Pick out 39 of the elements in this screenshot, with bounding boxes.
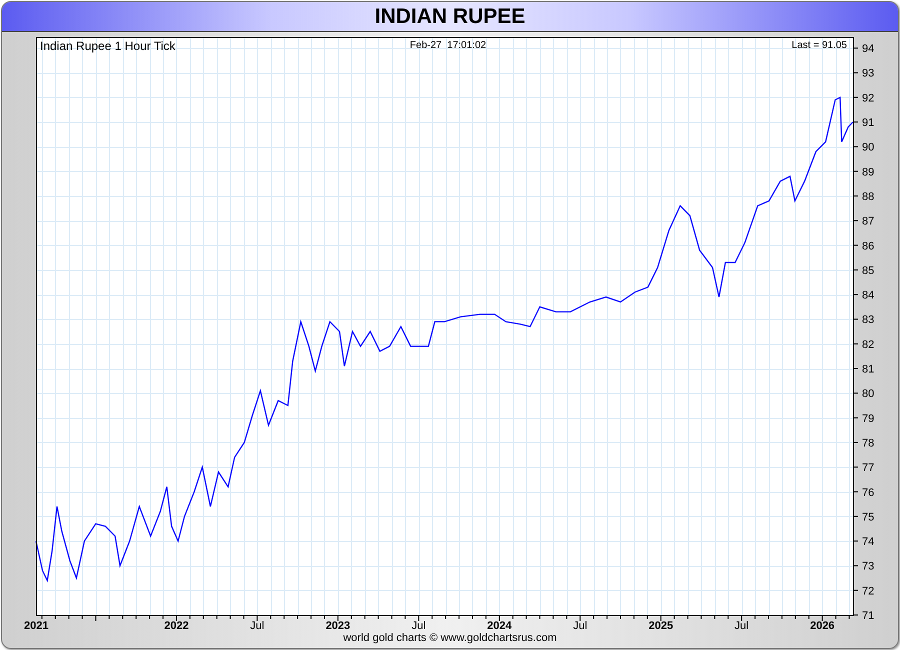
chart-title: INDIAN RUPEE xyxy=(374,4,526,28)
x-tick-label: Jul xyxy=(734,620,749,632)
y-tick-label: 86 xyxy=(862,240,874,252)
x-tick-label: Jul xyxy=(573,620,588,632)
y-tick-label: 75 xyxy=(862,511,874,524)
y-tick-label: 89 xyxy=(862,166,874,178)
x-tick-label: Jul xyxy=(250,620,264,632)
y-tick-label: 77 xyxy=(862,462,874,474)
y-tick-label: 91 xyxy=(862,117,874,130)
y-tick-label: 88 xyxy=(862,190,874,203)
y-tick-label: 78 xyxy=(862,437,874,450)
y-tick-label: 87 xyxy=(862,216,874,228)
y-tick-label: 84 xyxy=(862,290,874,302)
x-tick-label: 2026 xyxy=(810,620,835,632)
y-tick-label: 72 xyxy=(862,585,874,598)
y-tick-label: 80 xyxy=(862,388,874,400)
y-tick-label: 83 xyxy=(862,314,874,326)
y-tick-label: 74 xyxy=(862,536,874,548)
x-tick-label: 2025 xyxy=(648,620,674,632)
y-tick-label: 92 xyxy=(862,92,874,104)
footer-credit: world gold charts © www.goldchartsrus.com xyxy=(343,632,557,645)
x-tick-label: 2022 xyxy=(164,620,189,632)
x-tick-label: 2021 xyxy=(24,620,48,632)
x-tick-label: Jul xyxy=(412,620,426,632)
y-tick-label: 73 xyxy=(862,560,874,573)
y-tick-label: 81 xyxy=(862,364,874,376)
chart-caption: Indian Rupee 1 Hour Tick xyxy=(40,39,176,53)
y-tick-label: 90 xyxy=(862,142,874,154)
y-tick-label: 82 xyxy=(862,338,874,351)
timestamp: Feb-27 17:01:02 xyxy=(410,40,486,51)
x-tick-label: 2024 xyxy=(487,620,512,632)
x-tick-label: 2023 xyxy=(326,620,350,632)
y-tick-label: 79 xyxy=(862,412,874,425)
y-tick-label: 71 xyxy=(862,610,874,622)
last-value: Last = 91.05 xyxy=(792,40,847,51)
y-tick-label: 76 xyxy=(862,486,874,499)
y-tick-label: 93 xyxy=(862,68,874,80)
y-tick-label: 94 xyxy=(862,43,874,56)
y-tick-label: 85 xyxy=(862,264,874,277)
